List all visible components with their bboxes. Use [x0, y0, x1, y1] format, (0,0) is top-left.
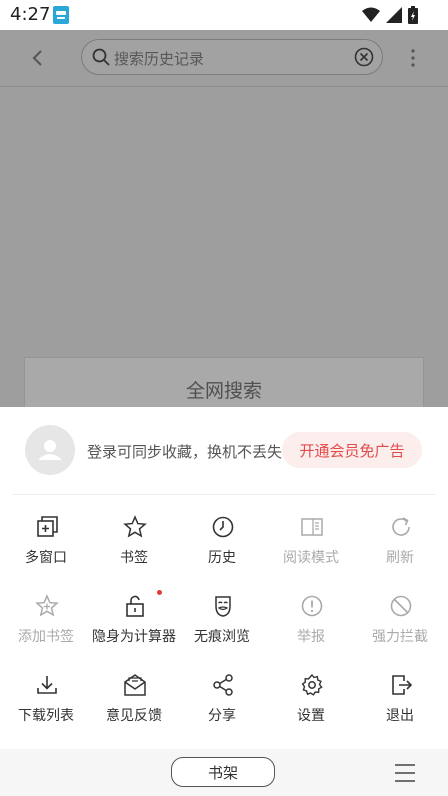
menu-add-bookmark[interactable]: 添加书签 [1, 590, 91, 656]
menu-refresh[interactable]: 刷新 [355, 511, 445, 577]
menu-label: 刷新 [386, 550, 414, 566]
star-add-icon [35, 594, 59, 617]
share-icon [213, 674, 233, 696]
block-icon [390, 595, 412, 617]
clock-icon [212, 516, 234, 538]
search-input[interactable]: 搜索历史记录 [81, 39, 383, 75]
menu-bookmarks[interactable]: 书签 [89, 511, 179, 577]
status-bar: 4:27 [0, 0, 448, 30]
app-notification-icon [53, 6, 69, 24]
search-icon [92, 48, 110, 66]
menu-calculator-disguise[interactable]: 隐身为计算器 [89, 590, 179, 656]
search-placeholder: 搜索历史记录 [114, 50, 205, 68]
menu-label: 退出 [386, 708, 414, 724]
vip-button[interactable]: 开通会员免广告 [282, 432, 422, 468]
back-arrow-icon[interactable] [28, 48, 48, 68]
multi-window-icon [37, 516, 58, 537]
book-icon [301, 518, 323, 536]
star-icon [123, 515, 147, 538]
menu-strong-block[interactable]: 强力拦截 [355, 590, 445, 656]
status-time: 4:27 [10, 4, 51, 25]
signal-icon [386, 7, 402, 23]
menu-downloads[interactable]: 下载列表 [1, 669, 91, 735]
exit-icon [392, 675, 413, 695]
login-prompt[interactable]: 登录可同步收藏，换机不丢失 [87, 441, 282, 462]
avatar[interactable] [25, 425, 75, 475]
battery-icon [408, 6, 418, 24]
divider [12, 494, 436, 495]
menu-history[interactable]: 历史 [177, 511, 267, 577]
mask-icon [215, 596, 231, 617]
clear-icon[interactable] [354, 47, 374, 67]
hamburger-menu-icon[interactable] [393, 762, 417, 784]
user-avatar-icon [39, 440, 61, 460]
menu-label: 强力拦截 [372, 629, 428, 645]
menu-incognito[interactable]: 无痕浏览 [177, 590, 267, 656]
gear-icon [301, 673, 323, 696]
lock-icon [126, 595, 144, 617]
menu-multi-window[interactable]: 多窗口 [1, 511, 91, 577]
bookshelf-button[interactable]: 书架 [171, 757, 275, 787]
menu-reading-mode[interactable]: 阅读模式 [266, 511, 356, 577]
new-badge-dot [157, 590, 162, 595]
bottom-bar: 书架 [0, 749, 448, 796]
more-options-icon[interactable] [405, 46, 421, 70]
menu-share[interactable]: 分享 [177, 669, 267, 735]
feedback-mail-icon [124, 674, 146, 696]
refresh-icon [392, 517, 410, 536]
global-search-title: 全网搜索 [185, 380, 262, 402]
wifi-icon [362, 7, 380, 22]
status-icons [362, 6, 418, 24]
menu-feedback[interactable]: 意见反馈 [89, 669, 179, 735]
download-icon [37, 676, 57, 694]
top-bar: 搜索历史记录 [0, 30, 448, 87]
menu-sheet: 登录可同步收藏，换机不丢失 开通会员免广告 多窗口 书签 历史 阅读模式 刷新 … [0, 407, 448, 749]
alert-icon [301, 595, 323, 617]
menu-settings[interactable]: 设置 [266, 669, 356, 735]
menu-exit[interactable]: 退出 [355, 669, 445, 735]
menu-report[interactable]: 举报 [266, 590, 356, 656]
